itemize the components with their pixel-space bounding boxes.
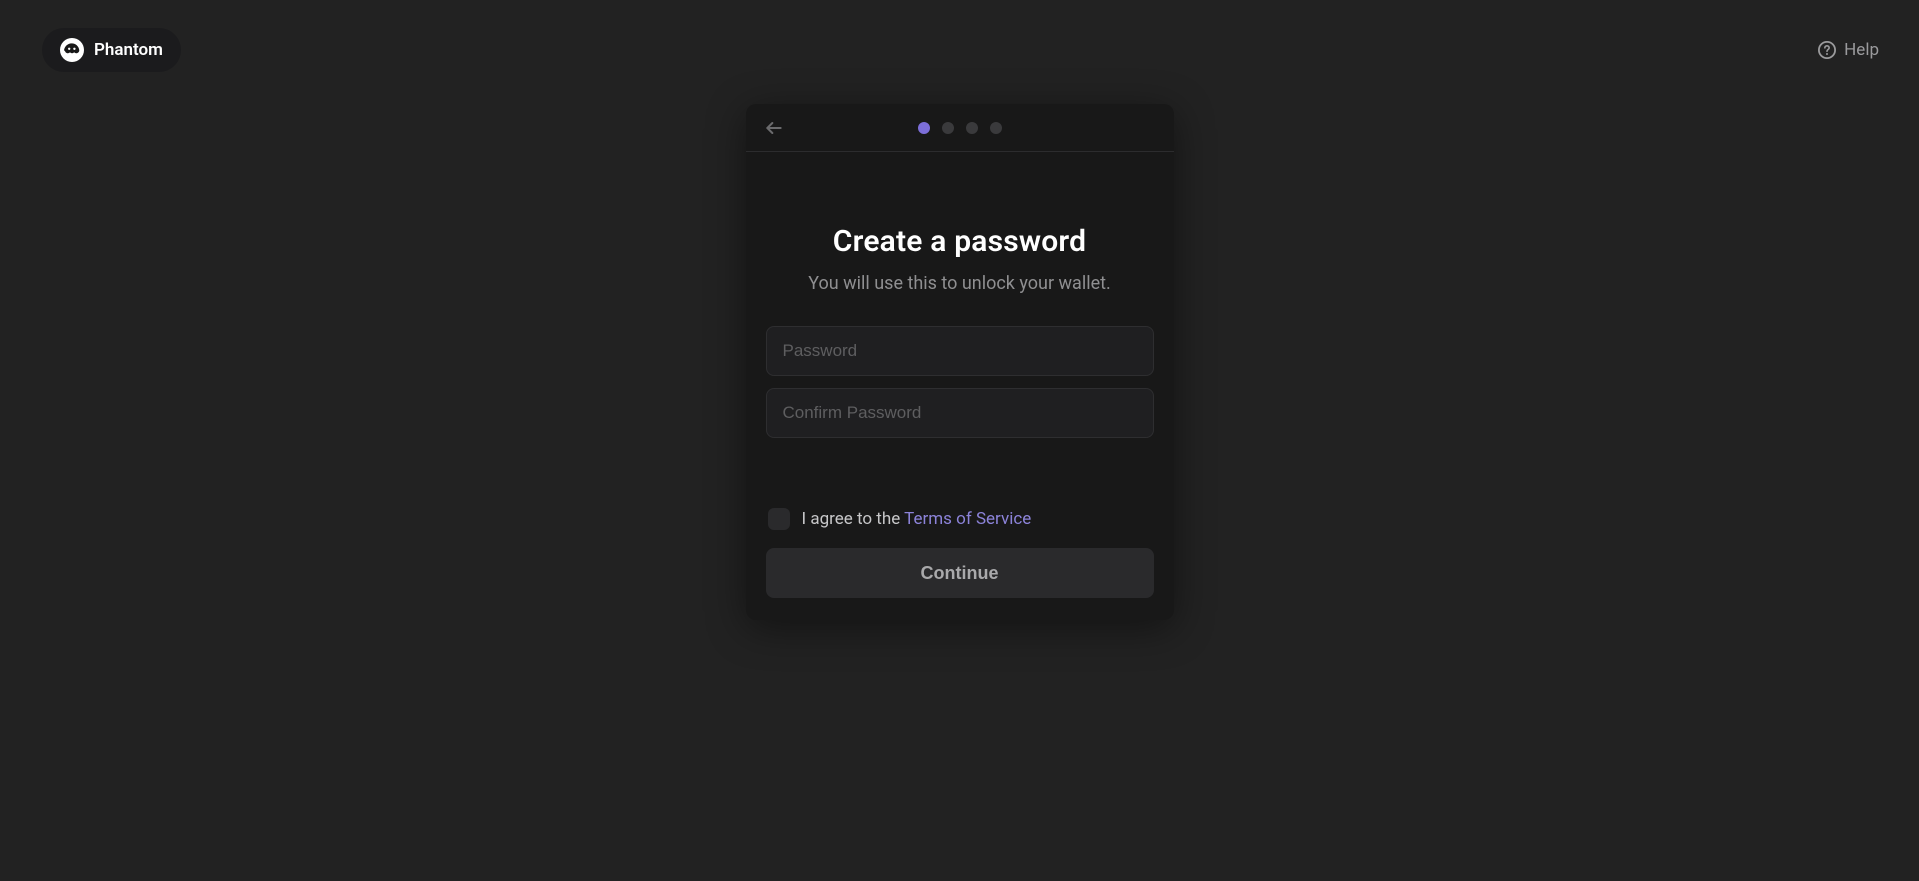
tos-label: I agree to the Terms of Service xyxy=(802,509,1032,529)
page-title: Create a password xyxy=(766,224,1154,259)
password-fields xyxy=(766,326,1154,438)
tos-link[interactable]: Terms of Service xyxy=(904,509,1031,529)
progress-dots xyxy=(918,122,1002,134)
help-icon xyxy=(1818,41,1836,59)
page-subtitle: You will use this to unlock your wallet. xyxy=(766,273,1154,294)
progress-dot-2 xyxy=(942,122,954,134)
continue-button[interactable]: Continue xyxy=(766,548,1154,598)
brand-badge: Phantom xyxy=(42,28,181,72)
confirm-password-input[interactable] xyxy=(766,388,1154,438)
card-body: Create a password You will use this to u… xyxy=(746,152,1174,620)
back-button[interactable] xyxy=(764,118,784,138)
card-header xyxy=(746,104,1174,152)
progress-dot-3 xyxy=(966,122,978,134)
password-input[interactable] xyxy=(766,326,1154,376)
progress-dot-4 xyxy=(990,122,1002,134)
tos-row: I agree to the Terms of Service xyxy=(766,508,1154,530)
brand-name: Phantom xyxy=(94,40,163,60)
help-label: Help xyxy=(1844,40,1879,60)
onboarding-card: Create a password You will use this to u… xyxy=(746,104,1174,620)
progress-dot-1 xyxy=(918,122,930,134)
help-link[interactable]: Help xyxy=(1818,40,1879,60)
phantom-logo-icon xyxy=(60,38,84,62)
arrow-left-icon xyxy=(764,118,784,138)
tos-checkbox[interactable] xyxy=(768,508,790,530)
tos-prefix: I agree to the xyxy=(802,509,905,529)
